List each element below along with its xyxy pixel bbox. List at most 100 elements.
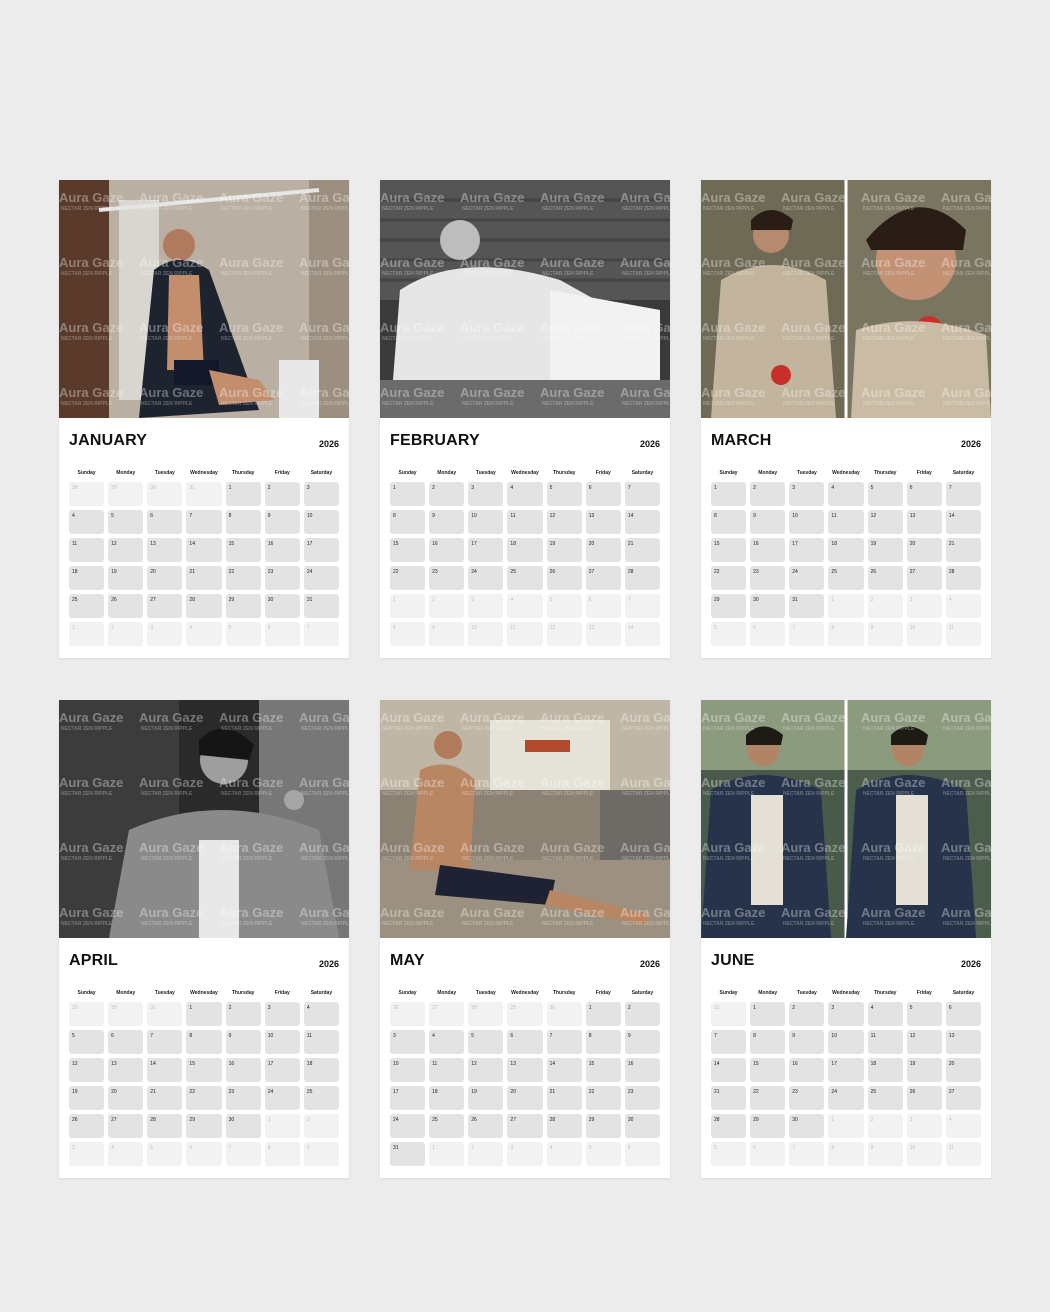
date-cell: 29 bbox=[186, 1114, 222, 1138]
date-number: 8 bbox=[267, 1145, 271, 1151]
date-cell: 4 bbox=[828, 482, 864, 506]
date-cell: 2 bbox=[624, 1002, 660, 1026]
date-number: 7 bbox=[627, 597, 631, 603]
date-number: 1 bbox=[267, 1117, 271, 1123]
weekday-label: Wednesday bbox=[832, 470, 860, 476]
date-number: 3 bbox=[72, 1145, 75, 1151]
watermark-brand: Aura Gaze bbox=[701, 385, 765, 400]
date-cell: 17 bbox=[789, 538, 825, 562]
date-cell: 8 bbox=[711, 510, 747, 534]
date-number: 26 bbox=[870, 569, 877, 575]
date-number: 19 bbox=[870, 541, 877, 547]
watermark-tagline: NECTAR ZEN RIPPLE bbox=[943, 856, 991, 862]
date-cell-adjacent-month: 3 bbox=[507, 1142, 543, 1166]
date-number: 19 bbox=[909, 1061, 916, 1067]
date-cell: 8 bbox=[186, 1030, 222, 1054]
date-number: 22 bbox=[393, 569, 399, 575]
date-number: 23 bbox=[267, 569, 274, 575]
date-number: 6 bbox=[753, 625, 756, 631]
date-cell: 13 bbox=[906, 510, 942, 534]
watermark-brand: Aura Gaze bbox=[139, 255, 203, 270]
date-number: 10 bbox=[306, 513, 313, 519]
date-number: 29 bbox=[72, 1005, 78, 1011]
date-number: 28 bbox=[72, 485, 78, 491]
date-number: 8 bbox=[753, 1033, 756, 1039]
date-number: 1 bbox=[228, 485, 232, 491]
watermark-tagline: NECTAR ZEN RIPPLE bbox=[61, 791, 113, 797]
date-number: 15 bbox=[393, 541, 399, 547]
date-cell-adjacent-month: 9 bbox=[303, 1142, 339, 1166]
date-cell: 24 bbox=[789, 566, 825, 590]
weekday-label: Sunday bbox=[719, 990, 738, 996]
watermark-brand: Aura Gaze bbox=[219, 840, 283, 855]
weekday-header: Sunday Monday Tuesday Wednesday Thursday Frid… bbox=[709, 990, 983, 996]
watermark-brand: Aura Gaze bbox=[540, 905, 604, 920]
month-title: JANUARY bbox=[69, 432, 148, 449]
date-cell: 16 bbox=[789, 1058, 825, 1082]
date-grid: 26 27 28 29 30 1 2 3 4 5 6 7 8 9 10 11 12 13 14 15 16 17 18 19 2… bbox=[388, 1002, 662, 1170]
date-cell: 14 bbox=[711, 1058, 747, 1082]
date-cell: 2 bbox=[264, 482, 300, 506]
date-cell-adjacent-month: 3 bbox=[468, 594, 504, 618]
date-cell: 13 bbox=[585, 510, 621, 534]
date-cell: 17 bbox=[468, 538, 504, 562]
date-number: 18 bbox=[306, 1061, 313, 1067]
date-cell: 16 bbox=[750, 538, 786, 562]
date-number: 3 bbox=[909, 597, 913, 603]
watermark-brand: Aura Gaze bbox=[139, 775, 203, 790]
watermark-tagline: NECTAR ZEN RIPPLE bbox=[462, 726, 514, 732]
watermark-brand: Aura Gaze bbox=[861, 320, 925, 335]
date-cell: 9 bbox=[225, 1030, 261, 1054]
date-number: 21 bbox=[189, 569, 195, 575]
weekday-label: Friday bbox=[916, 470, 932, 476]
date-cell-adjacent-month: 31 bbox=[147, 1002, 183, 1026]
weekday-label: Monday bbox=[437, 470, 457, 476]
date-cell: 7 bbox=[186, 510, 222, 534]
date-number: 22 bbox=[189, 1089, 195, 1095]
date-cell-adjacent-month: 6 bbox=[186, 1142, 222, 1166]
date-cell-adjacent-month: 3 bbox=[906, 594, 942, 618]
date-number: 29 bbox=[588, 1117, 595, 1123]
date-grid: 1 2 3 4 5 6 7 8 9 10 11 12 13 14 15 16 17 18 19 20 21 22 23 24 2… bbox=[709, 482, 983, 650]
watermark-brand: Aura Gaze bbox=[380, 840, 444, 855]
march-photo: Aura Gaze NECTAR ZEN RIPPLE Aura Gaze NECTA… bbox=[701, 180, 991, 418]
date-number: 6 bbox=[909, 485, 913, 491]
date-number: 12 bbox=[870, 513, 877, 519]
date-cell: 15 bbox=[750, 1058, 786, 1082]
date-number: 7 bbox=[792, 625, 796, 631]
watermark-tagline: NECTAR ZEN RIPPLE bbox=[542, 271, 594, 277]
date-cell: 5 bbox=[906, 1002, 942, 1026]
date-cell: 3 bbox=[390, 1030, 426, 1054]
weekday-header: Sunday Monday Tuesday Wednesday Thursday Frid… bbox=[388, 470, 662, 476]
weekday-header: Sunday Monday Tuesday Wednesday Thursday Frid… bbox=[388, 990, 662, 996]
date-number: 5 bbox=[909, 1005, 913, 1011]
watermark-tagline: NECTAR ZEN RIPPLE bbox=[462, 336, 514, 342]
date-number: 19 bbox=[549, 541, 556, 547]
date-cell: 1 bbox=[186, 1002, 222, 1026]
date-cell-adjacent-month: 5 bbox=[147, 1142, 183, 1166]
date-cell: 4 bbox=[507, 482, 543, 506]
date-number: 2 bbox=[432, 597, 435, 603]
watermark-tagline: NECTAR ZEN RIPPLE bbox=[622, 271, 670, 277]
date-grid: 31 1 2 3 4 5 6 7 8 9 10 11 12 13 14 15 16 17 18 19 20 21 22 23 2… bbox=[709, 1002, 983, 1170]
date-number: 7 bbox=[714, 1033, 717, 1039]
date-cell: 6 bbox=[585, 482, 621, 506]
watermark-brand: Aura Gaze bbox=[620, 255, 670, 270]
date-cell: 6 bbox=[945, 1002, 981, 1026]
watermark-brand: Aura Gaze bbox=[219, 710, 283, 725]
date-number: 23 bbox=[432, 569, 438, 575]
date-cell: 10 bbox=[303, 510, 339, 534]
date-cell-adjacent-month: 4 bbox=[186, 622, 222, 646]
watermark-brand: Aura Gaze bbox=[941, 710, 991, 725]
watermark-tagline: NECTAR ZEN RIPPLE bbox=[462, 791, 514, 797]
watermark-tagline: NECTAR ZEN RIPPLE bbox=[61, 336, 113, 342]
watermark-tagline: NECTAR ZEN RIPPLE bbox=[622, 856, 670, 862]
watermark-tagline: NECTAR ZEN RIPPLE bbox=[622, 206, 670, 212]
date-cell-adjacent-month: 10 bbox=[468, 622, 504, 646]
date-cell: 10 bbox=[264, 1030, 300, 1054]
watermark-brand: Aura Gaze bbox=[380, 905, 444, 920]
watermark-brand: Aura Gaze bbox=[701, 255, 765, 270]
date-number: 30 bbox=[150, 485, 156, 491]
date-number: 29 bbox=[189, 1117, 195, 1123]
calendar-page-may: Aura Gaze NECTAR ZEN RIPPLE Aura Gaze NECTA… bbox=[380, 700, 670, 1178]
